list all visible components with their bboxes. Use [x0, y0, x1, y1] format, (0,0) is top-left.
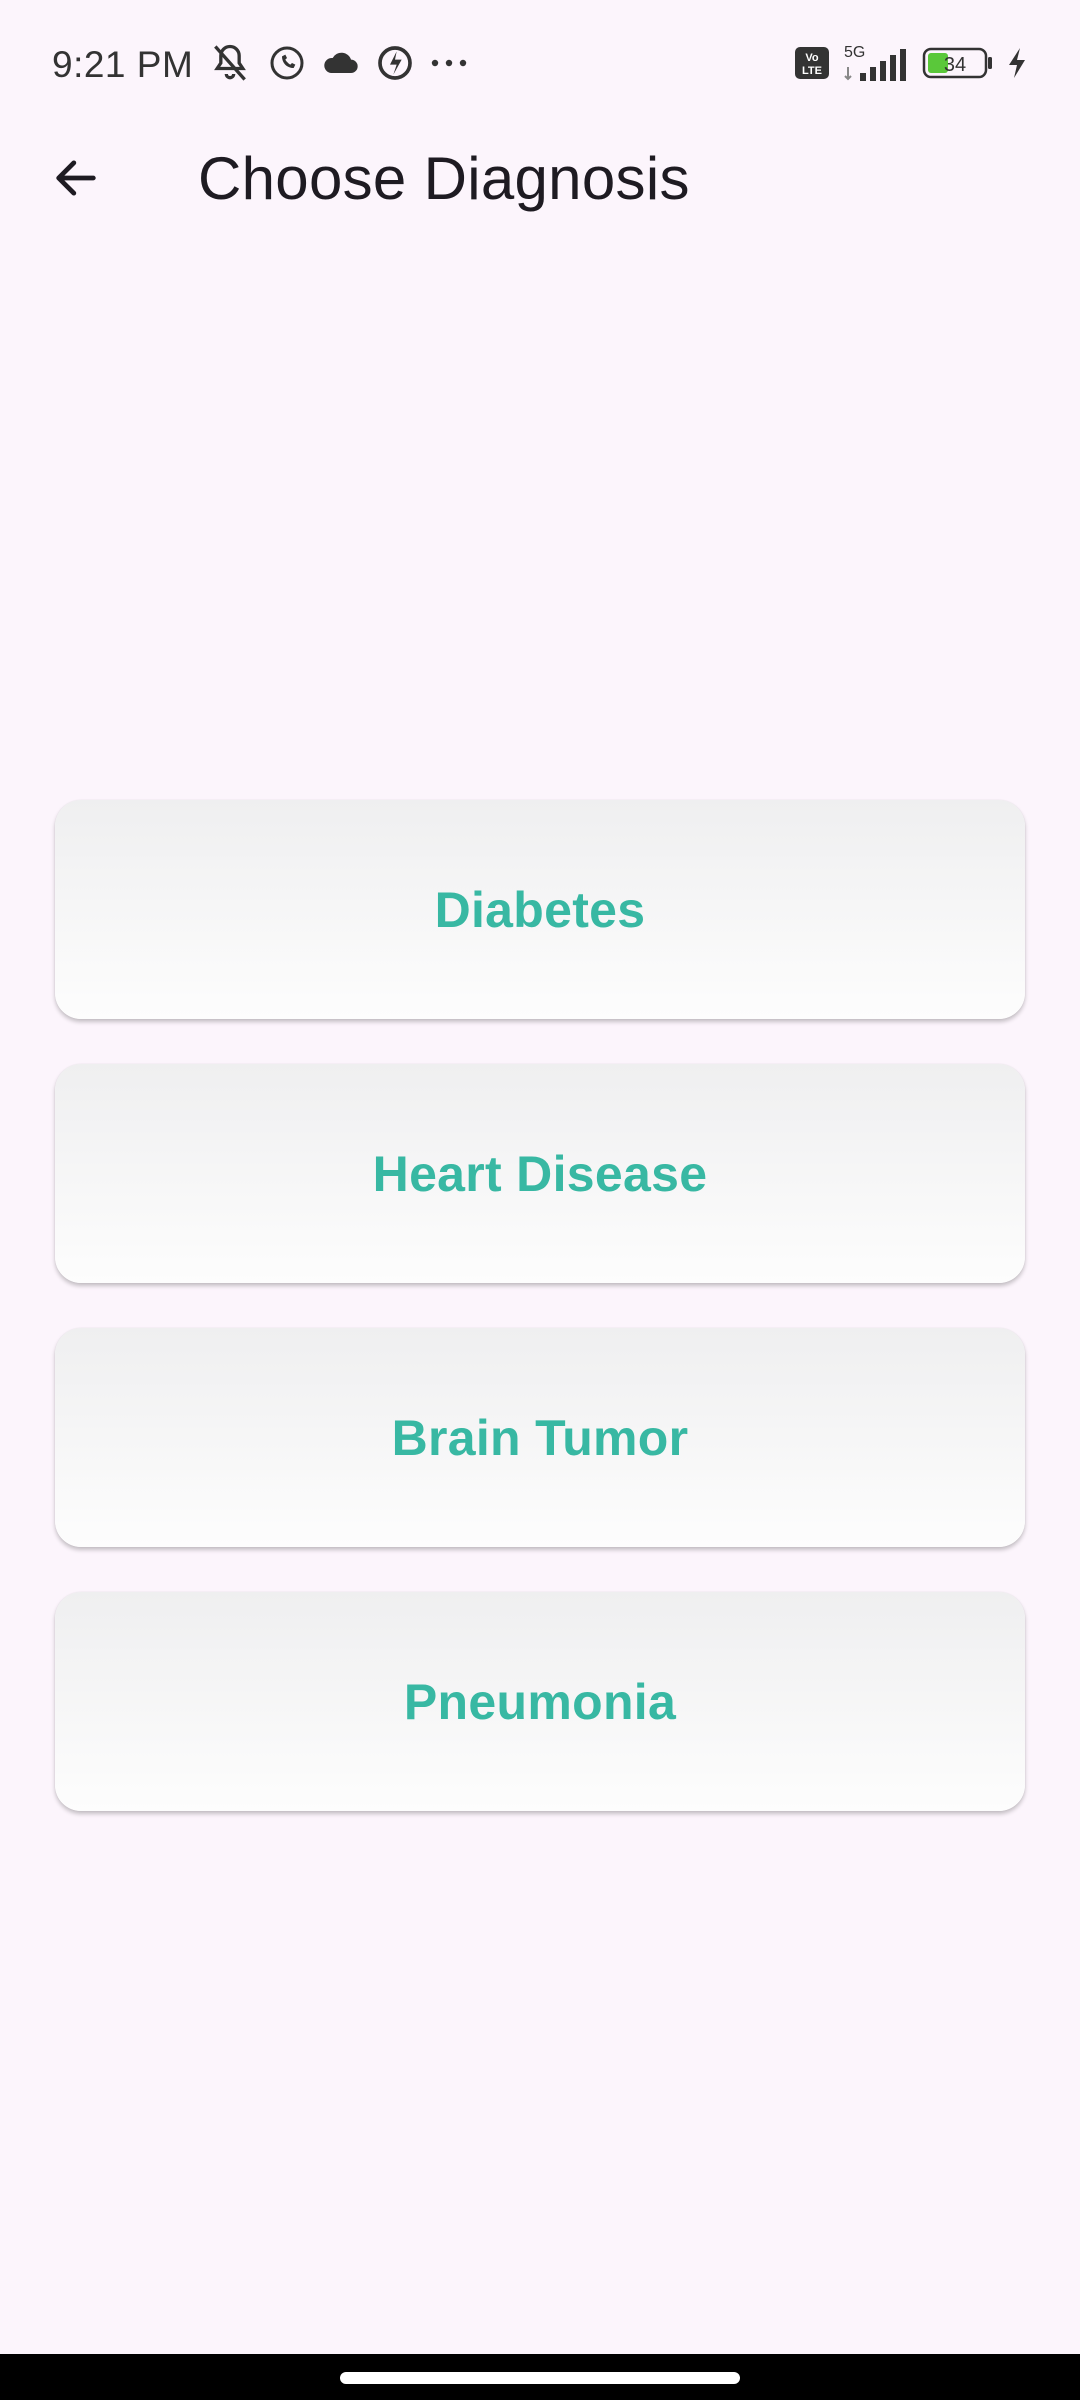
brain-tumor-button[interactable]: Brain Tumor [55, 1328, 1025, 1547]
diagnosis-label: Heart Disease [372, 1145, 708, 1202]
sync-app-icon [375, 43, 415, 88]
cloud-icon [321, 45, 361, 86]
mute-icon [207, 41, 253, 90]
page-title: Choose Diagnosis [198, 145, 690, 212]
volte-icon: Vo LTE [794, 46, 830, 85]
more-dots-icon [429, 56, 469, 74]
home-indicator[interactable] [340, 2372, 740, 2384]
signal-icon: 5G [842, 41, 910, 90]
network-type-label: 5G [844, 44, 865, 61]
diagnosis-label: Brain Tumor [391, 1409, 689, 1466]
system-nav-bar [0, 2354, 1080, 2400]
back-arrow-icon [56, 160, 96, 196]
screen: 9:21 PM Vo LTE 5G 34 Choose Diagnosis Di… [0, 0, 1080, 2400]
heart-disease-button[interactable]: Heart Disease [55, 1064, 1025, 1283]
svg-text:LTE: LTE [802, 65, 822, 77]
status-right: Vo LTE 5G 34 [794, 41, 1028, 90]
whatsapp-icon [267, 43, 307, 88]
status-bar: 9:21 PM Vo LTE 5G 34 [0, 0, 1080, 130]
status-left: 9:21 PM [52, 41, 469, 90]
app-bar: Choose Diagnosis [0, 130, 1080, 226]
diabetes-button[interactable]: Diabetes [55, 800, 1025, 1019]
back-button[interactable] [34, 136, 118, 220]
battery-icon: 34 [922, 46, 994, 85]
diagnosis-label: Pneumonia [403, 1673, 677, 1730]
diagnosis-label: Diabetes [434, 881, 646, 938]
pneumonia-button[interactable]: Pneumonia [55, 1592, 1025, 1811]
status-time: 9:21 PM [52, 44, 194, 85]
charging-icon [1006, 46, 1028, 85]
battery-level: 34 [944, 54, 966, 76]
svg-text:Vo: Vo [805, 52, 819, 64]
diagnosis-list: Diabetes Heart Disease Brain Tumor Pneum… [55, 800, 1025, 1856]
